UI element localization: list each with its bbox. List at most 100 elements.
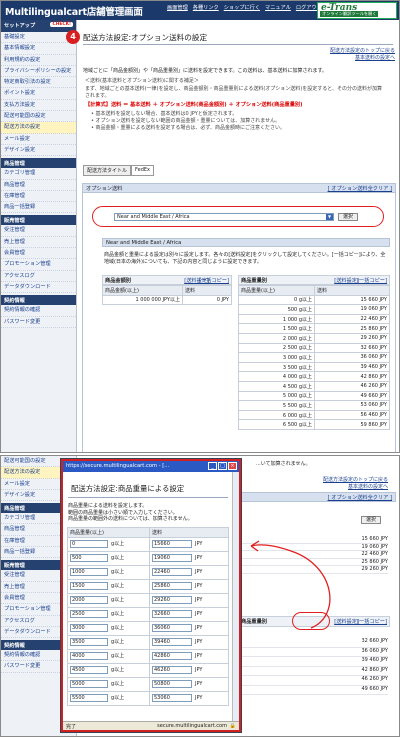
sidebar-item[interactable]: カテゴリ管理 bbox=[1, 168, 76, 180]
table-row: 0 g以上 15660 JPY bbox=[67, 536, 229, 552]
table-row: 4 500 g以上 46 260 JPY bbox=[238, 380, 390, 392]
popup-statusbar: 完了 secure.multilingualcart.com 🔒 bbox=[63, 721, 239, 730]
unit-g-label: g以上 bbox=[111, 681, 125, 688]
fee-input[interactable]: 25860 bbox=[152, 582, 192, 590]
weight-cell: 5 500 g以上 bbox=[238, 400, 315, 411]
sidebar-item-setup-7[interactable]: 配送可能国の設定 bbox=[1, 111, 76, 123]
sidebar-item[interactable]: データダウンロード bbox=[1, 282, 76, 294]
fee-cell: 42 860 JPY bbox=[314, 371, 390, 382]
sidebar-item[interactable]: 商品管理 bbox=[1, 180, 76, 191]
weight-input[interactable]: 3000 bbox=[70, 624, 108, 632]
sidebar-item-setup-5[interactable]: ポイント設定 bbox=[1, 88, 76, 100]
sidebar-setup-list: 基礎設定 基本情報設定 利用規約の設定 プライバシーポリシーの設定 特定商取引法の設定ポ… bbox=[1, 32, 76, 157]
popup-weight-cell: 4000 g以上 bbox=[67, 648, 150, 664]
fee-input[interactable]: 53060 bbox=[152, 694, 192, 702]
etrans-banner[interactable]: e-Trans オンライン翻訳ツールを開く bbox=[317, 2, 397, 19]
weight-input[interactable]: 0 bbox=[70, 540, 108, 548]
sidebar-item-setup-4[interactable]: 特定商取引法の設定 bbox=[1, 77, 76, 89]
region-select[interactable]: Near and Middle East / Africa ▼ bbox=[114, 213, 334, 221]
weight-table: 商品重量(以上) 送料 0 g以上 15 660 JPY 500 g以上 19 060… bbox=[238, 285, 390, 430]
sidebar-item[interactable]: パスワード変更 bbox=[1, 317, 76, 328]
fee-input[interactable]: 46260 bbox=[152, 666, 192, 674]
fee-input[interactable]: 19060 bbox=[152, 554, 192, 562]
fee-input[interactable]: 29260 bbox=[152, 596, 192, 604]
fee-cell: 56 460 JPY bbox=[314, 409, 390, 421]
unit-jpy-label: JPY bbox=[195, 695, 203, 702]
fee-input[interactable]: 39460 bbox=[152, 638, 192, 646]
sidebar-item[interactable]: 契約情報の確認 bbox=[1, 305, 76, 317]
popup-weight-cell: 3500 g以上 bbox=[67, 634, 150, 650]
weight-input[interactable]: 500 bbox=[70, 554, 108, 562]
sidebar-item-setup-10[interactable]: デザイン設定 bbox=[1, 145, 76, 157]
bottom-back-link-1[interactable]: 配送方法設定のトップに戻る bbox=[323, 476, 388, 483]
fee-input[interactable]: 36060 bbox=[152, 624, 192, 632]
unit-g-label: g以上 bbox=[111, 611, 125, 618]
clear-all-link[interactable]: [ オプション送料全クリア ] bbox=[328, 185, 392, 192]
weight-input[interactable]: 4000 bbox=[70, 652, 108, 660]
weight-input[interactable]: 4500 bbox=[70, 666, 108, 674]
weight-input[interactable]: 5500 bbox=[70, 694, 108, 702]
close-icon[interactable]: × bbox=[228, 462, 237, 470]
tab-fedex[interactable]: FedEx bbox=[131, 165, 154, 176]
weight-input[interactable]: 5000 bbox=[70, 680, 108, 688]
topnav-manual[interactable]: マニュアル bbox=[265, 4, 291, 11]
etrans-tagline: オンライン翻訳ツールを開く bbox=[320, 11, 379, 17]
sidebar-item[interactable]: アクセスログ bbox=[1, 271, 76, 282]
fee-input[interactable]: 15660 bbox=[152, 540, 192, 548]
weight-input[interactable]: 1000 bbox=[70, 568, 108, 576]
bottom-select-button[interactable]: 選択 bbox=[361, 516, 381, 524]
sidebar-item[interactable]: 在庫管理 bbox=[1, 191, 76, 203]
sidebar-item-setup-1[interactable]: 基本情報設定 bbox=[1, 43, 76, 55]
bottom-back-link-2[interactable]: 基本送料の設定へ bbox=[323, 483, 388, 490]
table-row: 1500 g以上 25860 JPY bbox=[67, 578, 229, 594]
sidebar-item-setup-3[interactable]: プライバシーポリシーの設定 bbox=[1, 66, 76, 78]
fee-input[interactable]: 50800 bbox=[152, 680, 192, 688]
table-row: 1000 g以上 22460 JPY bbox=[67, 564, 229, 580]
table-row: 1 500 g以上 25 860 JPY bbox=[238, 323, 390, 334]
topnav-links[interactable]: 各種リンク bbox=[193, 4, 219, 11]
basic-fee-link[interactable]: 基本送料の設定へ bbox=[355, 54, 395, 61]
minimize-icon[interactable]: _ bbox=[208, 462, 217, 470]
topnav-shop[interactable]: ショップに行く bbox=[224, 4, 260, 11]
sidebar-item[interactable]: 商品一括登録 bbox=[1, 202, 76, 214]
fee-cell: 15 660 JPY bbox=[314, 294, 390, 306]
weight-fee-setting-link[interactable]: [送料設定] bbox=[334, 277, 359, 284]
tab-title[interactable]: 配送方法タイトル bbox=[83, 165, 132, 176]
fee-input[interactable]: 22460 bbox=[152, 568, 192, 576]
bottom-clear-all-link[interactable]: [ オプション送料全クリア ] bbox=[328, 494, 392, 501]
sidebar-section-header: 販売管理 bbox=[1, 215, 76, 226]
sidebar-item-setup-0[interactable]: 基礎設定 bbox=[1, 32, 76, 44]
sidebar-item-setup-9[interactable]: メール設定 bbox=[1, 134, 76, 145]
weight-input[interactable]: 2000 bbox=[70, 596, 108, 604]
topnav-screen[interactable]: 画面管理 bbox=[167, 4, 188, 11]
check-button[interactable]: CHECK! bbox=[50, 22, 73, 27]
select-button[interactable]: 選択 bbox=[338, 213, 358, 221]
unit-jpy-label: JPY bbox=[195, 555, 203, 562]
weight-bulk-copy-link[interactable]: [一括コピー] bbox=[357, 277, 387, 284]
sidebar-item[interactable]: 売上管理 bbox=[1, 237, 76, 249]
sidebar-item[interactable]: 受注管理 bbox=[1, 225, 76, 237]
weight-input[interactable]: 2500 bbox=[70, 610, 108, 618]
bottom-fee-value: 46 260 JPY bbox=[238, 676, 388, 686]
weight-input[interactable]: 1500 bbox=[70, 582, 108, 590]
fee-input[interactable]: 42860 bbox=[152, 652, 192, 660]
popup-scrollbar[interactable] bbox=[232, 472, 239, 722]
sidebar-item-setup-2[interactable]: 利用規約の設定 bbox=[1, 55, 76, 66]
weight-cell: 2 000 g以上 bbox=[238, 332, 315, 344]
sidebar-item-setup-8[interactable]: 配送方法の設定 bbox=[1, 122, 76, 134]
unit-g-label: g以上 bbox=[111, 695, 125, 702]
sidebar-item[interactable]: 会員管理 bbox=[1, 248, 76, 260]
weight-cell: 0 g以上 bbox=[238, 294, 315, 306]
table-row: 0 g以上 15 660 JPY bbox=[238, 294, 390, 306]
table-row: 500 g以上 19060 JPY bbox=[67, 550, 229, 566]
sidebar-item-setup-6[interactable]: 支払方法設定 bbox=[1, 100, 76, 112]
unit-g-label: g以上 bbox=[111, 639, 125, 646]
sidebar-item[interactable]: プロモーション管理 bbox=[1, 259, 76, 271]
fee-input[interactable]: 32660 bbox=[152, 610, 192, 618]
price-bulk-copy-link[interactable]: [一括コピー] bbox=[199, 277, 229, 284]
table-row: 5 500 g以上 53 060 JPY bbox=[238, 400, 390, 411]
back-to-top-link[interactable]: 配送方法設定のトップに戻る bbox=[330, 47, 395, 54]
maximize-icon[interactable]: □ bbox=[218, 462, 227, 470]
weight-input[interactable]: 3500 bbox=[70, 638, 108, 646]
bottom-back-links[interactable]: 配送方法設定のトップに戻る 基本送料の設定へ bbox=[323, 476, 388, 490]
